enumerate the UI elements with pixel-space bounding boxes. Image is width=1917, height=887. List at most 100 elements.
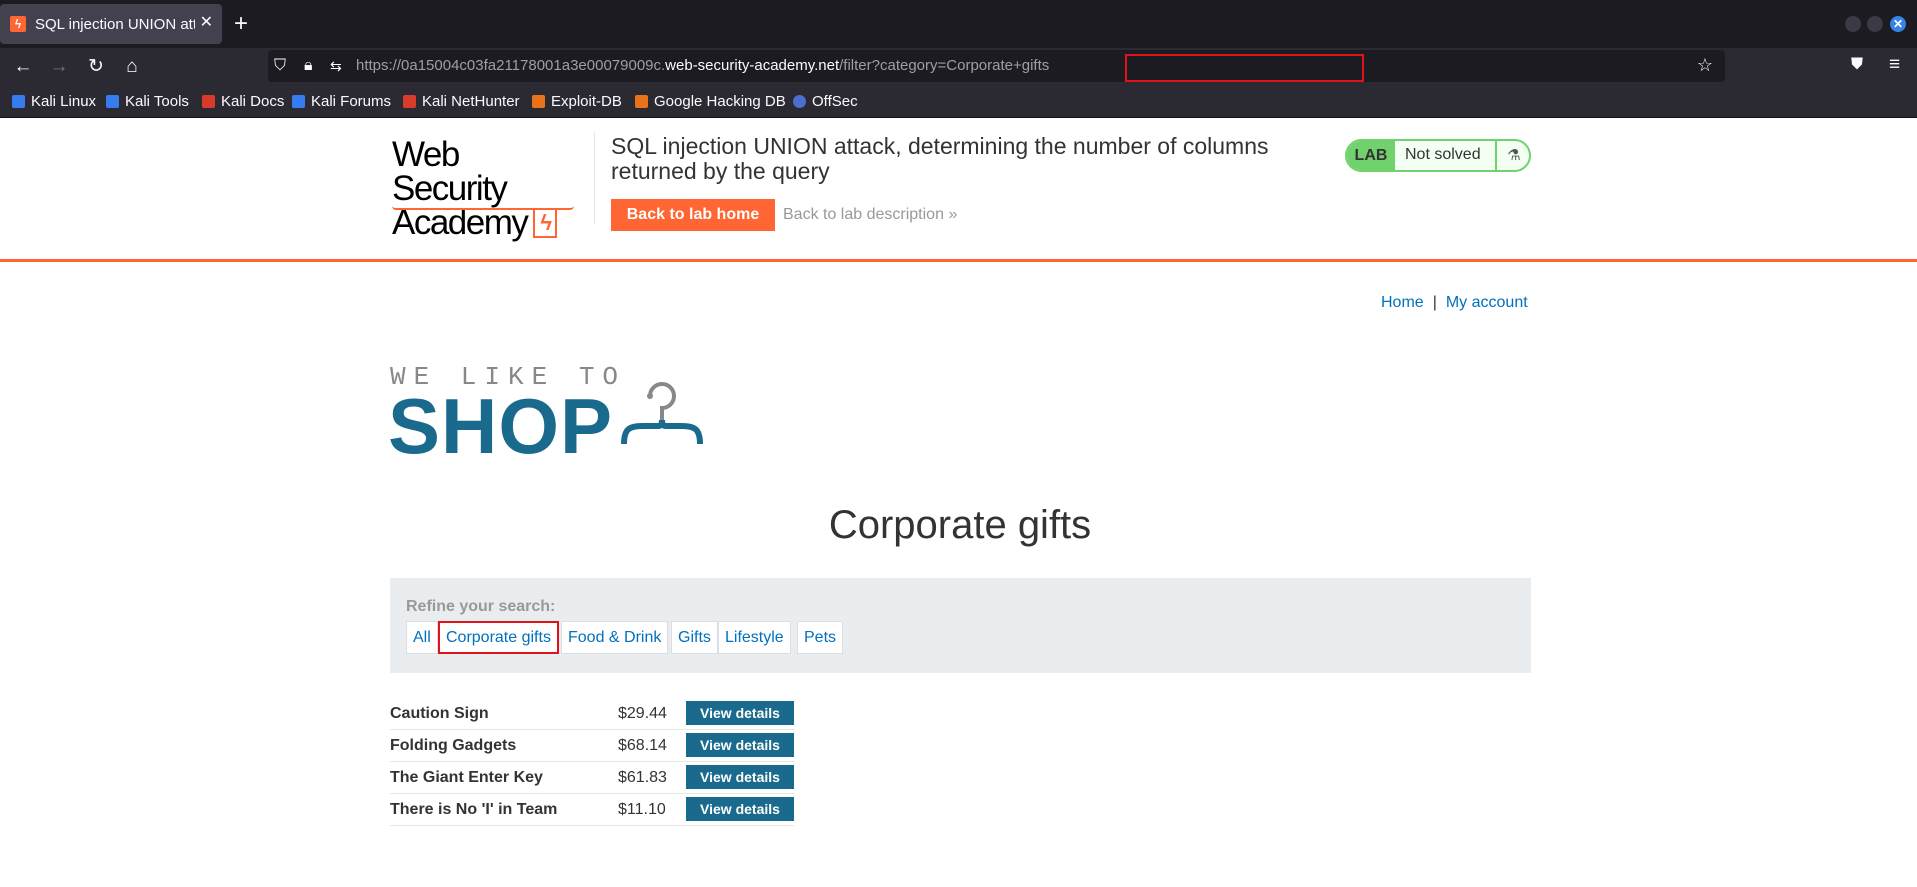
exploit-db-icon [532,95,545,108]
url-bar[interactable]: ⛉ 🔒︎ ⇆ https://0a15004c03fa21178001a3e00… [268,50,1725,82]
category-title: Corporate gifts [828,503,1092,547]
we-like-to-shop-logo: WE LIKE TO SHOP [388,362,750,472]
bookmark-kali-tools[interactable]: Kali Tools [106,93,189,110]
product-name: There is No 'I' in Team [390,801,558,818]
view-details-button[interactable]: View details [686,701,794,725]
refine-search-label: Refine your search: [406,598,556,615]
coat-hanger-icon [621,382,703,445]
bookmark-label: Kali Linux [31,93,97,110]
forward-arrow-icon[interactable]: → [48,56,70,78]
lab-status-text: Not solved [1405,146,1481,163]
filter-corporate-gifts[interactable]: Corporate gifts [438,621,559,654]
browser-nav-bar: ← → ↻ ⌂ ⛉ 🔒︎ ⇆ https://0a15004c03fa21178… [0,48,1917,86]
filter-food-drink[interactable]: Food & Drink [561,621,669,654]
filter-all[interactable]: All [406,621,438,654]
bookmark-offsec[interactable]: OffSec [793,93,858,110]
maximize-window-button[interactable] [1867,16,1883,32]
tab-title: SQL injection UNION atta [35,15,195,33]
my-account-link[interactable]: My account [1446,294,1528,311]
url-path: /filter?category=Corporate+gifts [839,57,1050,74]
product-price: $68.14 [618,737,667,754]
bookmark-google-hacking-db[interactable]: Google Hacking DB [635,93,786,110]
home-icon[interactable]: ⌂ [121,56,143,78]
bookmark-star-icon[interactable]: ☆ [1697,55,1713,76]
web-page: Web Security Academy ϟ SQL injection UNIO… [0,118,1917,887]
bookmark-label: Kali Forums [311,93,392,110]
kali-docs-icon [202,95,215,108]
product-price: $11.10 [618,801,666,818]
bookmarks-toolbar: Kali Linux Kali Tools Kali Docs Kali For… [0,86,1917,118]
browser-tab-active[interactable]: ϟ SQL injection UNION atta ✕ [0,4,222,44]
bookmark-kali-forums[interactable]: Kali Forums [292,93,391,110]
web-security-academy-logo[interactable]: Web Security Academy ϟ [392,135,574,240]
logo-bolt-icon: ϟ [533,208,558,238]
permissions-icon[interactable]: ⇆ [330,56,342,76]
bookmark-kali-nethunter[interactable]: Kali NetHunter [403,93,520,110]
product-name: Folding Gadgets [390,737,517,754]
view-details-button[interactable]: View details [686,765,794,789]
top-nav-links: Home | My account [1381,294,1528,312]
logo-line1: Web Security [392,135,508,208]
url-prefix: https://0a15004c03fa21178001a3e00079009c… [356,57,666,74]
bookmark-exploit-db[interactable]: Exploit-DB [532,93,622,110]
kali-forums-icon [292,95,305,108]
table-row: The Giant Enter Key $61.83 View details [390,762,794,794]
logo-shop-text: SHOP [388,382,614,470]
close-window-button[interactable]: ✕ [1890,16,1906,32]
url-text[interactable]: https://0a15004c03fa21178001a3e00079009c… [356,57,1049,74]
view-details-button[interactable]: View details [686,797,794,821]
close-tab-icon[interactable]: ✕ [200,14,213,32]
home-link[interactable]: Home [1381,294,1424,311]
nav-separator: | [1432,294,1437,311]
back-to-lab-home-button[interactable]: Back to lab home [611,199,775,231]
filter-pets[interactable]: Pets [797,621,844,654]
new-tab-icon[interactable]: + [234,10,248,38]
offsec-icon [793,95,806,108]
url-path-highlight-box [1125,54,1364,82]
bookmark-label: OffSec [812,93,858,110]
table-row: Caution Sign $29.44 View details [390,698,794,730]
ghdb-icon [635,95,648,108]
bookmark-label: Google Hacking DB [654,93,786,110]
flask-icon: ⚗ [1495,141,1529,170]
bookmark-kali-linux[interactable]: Kali Linux [12,93,96,110]
view-details-button[interactable]: View details [686,733,794,757]
pocket-icon[interactable]: ⛊ [1851,56,1863,74]
kali-tools-icon [106,95,119,108]
logo-swoosh [392,206,574,210]
bookmark-label: Kali NetHunter [422,93,520,110]
shield-icon[interactable]: ⛉ [274,56,286,76]
bookmark-kali-docs[interactable]: Kali Docs [202,93,284,110]
back-to-lab-description-link[interactable]: Back to lab description » [783,206,957,224]
lab-status-badge: LAB Not solved ⚗ [1345,139,1531,172]
double-chevron-right-icon: » [948,206,958,223]
hamburger-menu-icon[interactable]: ≡ [1889,54,1900,76]
lab-badge-label: LAB [1347,141,1395,170]
burp-bolt-icon: ϟ [10,16,26,32]
reload-icon[interactable]: ↻ [85,56,107,78]
browser-tab-bar: ϟ SQL injection UNION atta ✕ + ✕ [0,0,1917,48]
filter-panel: Refine your search: All Corporate gifts … [390,578,1531,673]
product-price: $61.83 [618,769,667,786]
kali-dragon-icon [12,95,25,108]
back-desc-label: Back to lab description [783,206,944,223]
logo-line2-text: Academy [392,203,529,242]
bookmark-label: Exploit-DB [551,93,622,110]
lab-title: SQL injection UNION attack, determining … [611,133,1269,184]
product-table: Caution Sign $29.44 View details Folding… [390,698,794,826]
back-arrow-icon[interactable]: ← [12,56,34,78]
bookmark-label: Kali Tools [125,93,189,110]
minimize-window-button[interactable] [1845,16,1861,32]
filter-lifestyle[interactable]: Lifestyle [718,621,791,654]
lock-icon[interactable]: 🔒︎ [304,56,313,76]
product-name: The Giant Enter Key [390,769,543,786]
nethunter-icon [403,95,416,108]
product-price: $29.44 [618,705,667,722]
url-domain: web-security-academy.net [665,57,840,74]
header-divider [594,132,595,224]
lab-header: Web Security Academy ϟ SQL injection UNIO… [0,118,1917,262]
filter-gifts[interactable]: Gifts [671,621,718,654]
bookmark-label: Kali Docs [221,93,285,110]
product-name: Caution Sign [390,705,489,722]
table-row: Folding Gadgets $68.14 View details [390,730,794,762]
